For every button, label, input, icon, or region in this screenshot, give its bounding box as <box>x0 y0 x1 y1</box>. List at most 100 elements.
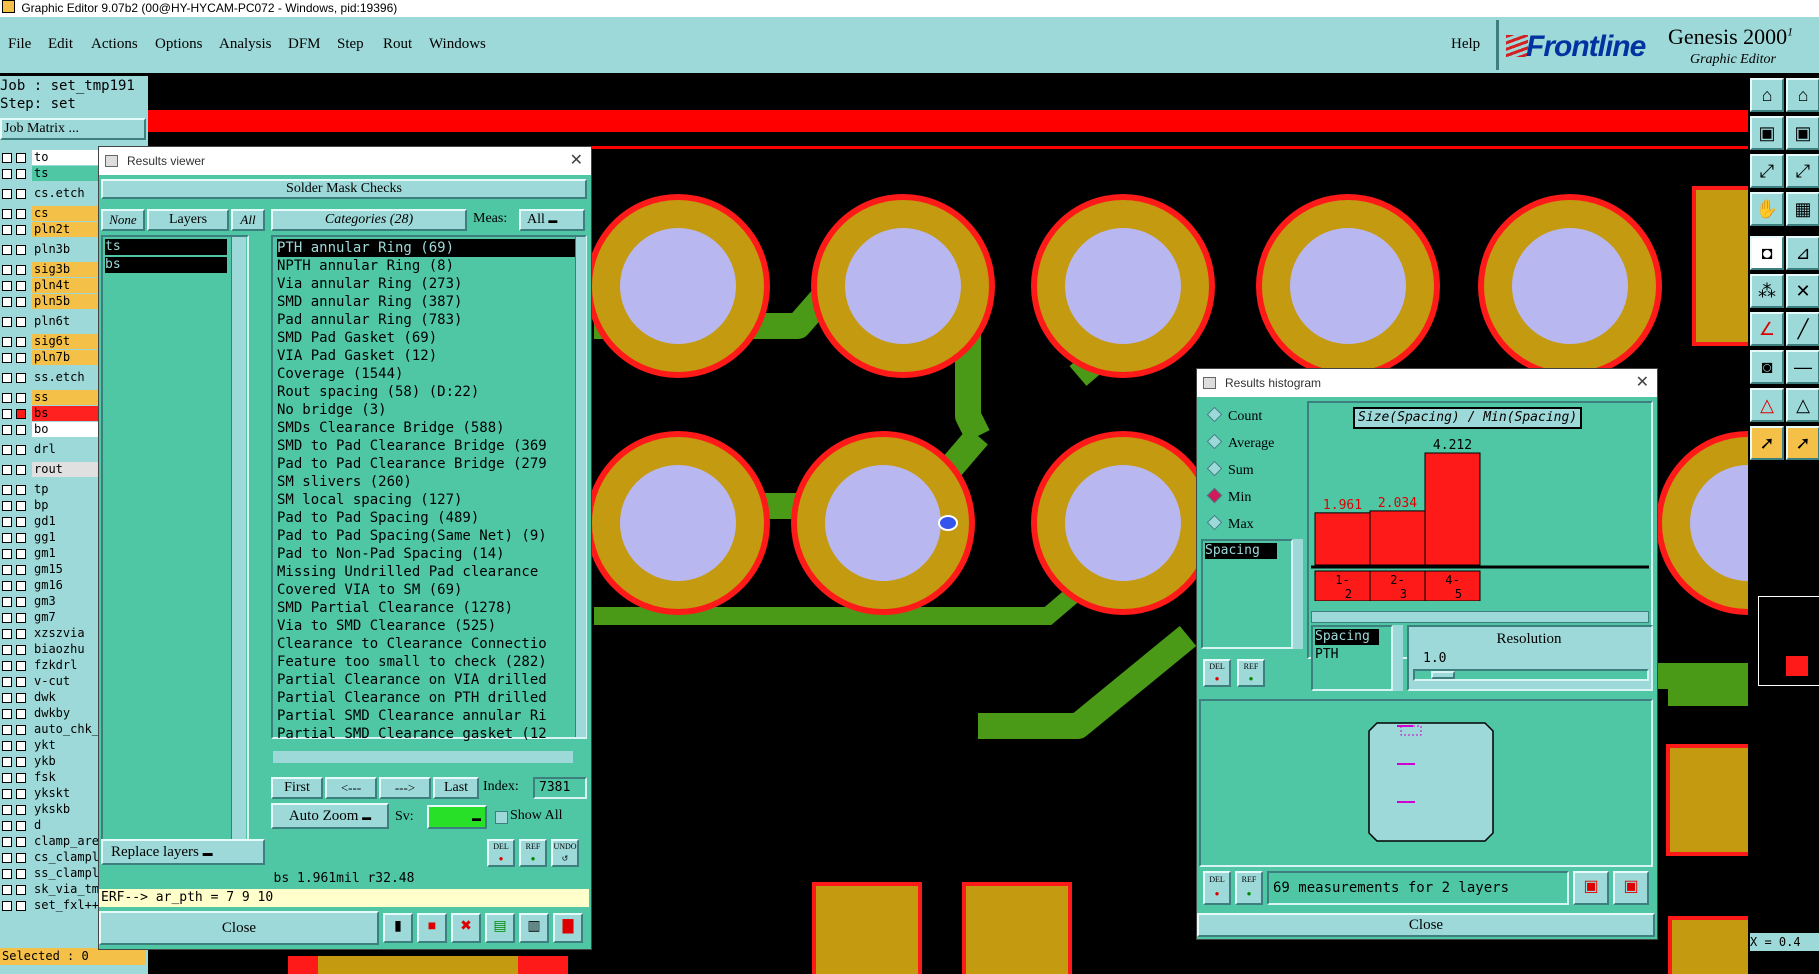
layer-checkbox[interactable] <box>2 677 12 687</box>
layer-name[interactable]: clamp_are <box>32 834 98 849</box>
layer-row-set_fxl++[interactable]: set_fxl++ <box>0 898 98 914</box>
layer-name[interactable]: v-cut <box>32 674 98 689</box>
layer-name[interactable]: pln3b <box>32 242 98 257</box>
layer-checkbox[interactable] <box>2 869 12 879</box>
layer-checkbox[interactable] <box>2 425 12 435</box>
layer-name[interactable]: biaozhu <box>32 642 98 657</box>
layer-name[interactable]: tp <box>32 482 98 497</box>
layer-name[interactable]: ykskt <box>32 786 98 801</box>
layer-row-sig3b[interactable]: sig3b <box>0 262 98 278</box>
prev-button[interactable]: <--- <box>325 777 377 799</box>
category-item[interactable]: PTH annular Ring (69) <box>277 239 577 257</box>
layer-display-checkbox[interactable] <box>16 645 26 655</box>
layer-display-checkbox[interactable] <box>16 281 26 291</box>
category-item[interactable]: Pad to Non-Pad Spacing (14) <box>277 545 577 563</box>
layer-name[interactable]: gd1 <box>32 514 98 529</box>
layer-display-checkbox[interactable] <box>16 189 26 199</box>
layer-row-gm1[interactable]: gm1 <box>0 546 98 562</box>
menu-options[interactable]: Options <box>155 36 203 53</box>
sub-list-scrollbar[interactable] <box>1393 625 1403 691</box>
next-button[interactable]: ---> <box>379 777 431 799</box>
layer-row-ykb[interactable]: ykb <box>0 754 98 770</box>
toolbar-home-icon[interactable]: ⌂ <box>1750 78 1784 112</box>
list-item[interactable]: Spacing <box>1205 543 1277 559</box>
close-icon[interactable]: ✕ <box>570 147 583 175</box>
layer-display-checkbox[interactable] <box>16 465 26 475</box>
layer-checkbox[interactable] <box>2 373 12 383</box>
layer-display-checkbox[interactable] <box>16 517 26 527</box>
category-item[interactable]: Pad to Pad Clearance Bridge (279 <box>277 455 577 473</box>
category-item[interactable]: No bridge (3) <box>277 401 577 419</box>
layer-checkbox[interactable] <box>2 393 12 403</box>
layer-checkbox[interactable] <box>2 153 12 163</box>
layer-display-checkbox[interactable] <box>16 297 26 307</box>
layer-row-pln6t[interactable]: pln6t <box>0 314 98 330</box>
toolbar-zoom-fit2-icon[interactable]: ⤢ <box>1786 154 1819 188</box>
record-icon[interactable]: ■ <box>417 913 447 943</box>
layer-checkbox[interactable] <box>2 225 12 235</box>
preview-del-button[interactable]: DEL ● <box>1203 871 1231 905</box>
chart-icon[interactable]: ▮ <box>383 913 413 943</box>
layer-name[interactable]: drl <box>32 442 98 457</box>
layer-display-checkbox[interactable] <box>16 549 26 559</box>
layer-display-checkbox[interactable] <box>16 789 26 799</box>
layer-checkbox[interactable] <box>2 485 12 495</box>
layer-name[interactable]: sig3b <box>32 262 98 277</box>
layer-name[interactable]: ss <box>32 390 98 405</box>
layer-display-checkbox[interactable] <box>16 353 26 363</box>
toolbar-line-icon[interactable]: ╱ <box>1786 312 1819 346</box>
layer-checkbox[interactable] <box>2 169 12 179</box>
layer-name[interactable]: gm3 <box>32 594 98 609</box>
layer-name[interactable]: gg1 <box>32 530 98 545</box>
layer-name[interactable]: bs <box>32 406 98 421</box>
index-field[interactable]: 7381 <box>533 777 587 799</box>
layer-display-checkbox[interactable] <box>16 209 26 219</box>
layer-checkbox[interactable] <box>2 353 12 363</box>
layer-display-checkbox[interactable] <box>16 445 26 455</box>
layer-name[interactable]: pln5b <box>32 294 98 309</box>
layer-checkbox[interactable] <box>2 597 12 607</box>
category-item[interactable]: Partial Clearance on VIA drilled <box>277 671 577 689</box>
layer-name[interactable]: ykskb <box>32 802 98 817</box>
layer-display-checkbox[interactable] <box>16 393 26 403</box>
layer-row-drl[interactable]: drl <box>0 442 98 458</box>
all-button[interactable]: All <box>231 209 265 231</box>
layer-display-checkbox[interactable] <box>16 725 26 735</box>
layer-checkbox[interactable] <box>2 821 12 831</box>
layer-row-rout[interactable]: rout <box>0 462 98 478</box>
layer-row-pln2t[interactable]: pln2t <box>0 222 98 238</box>
histogram-del-button[interactable]: DEL ● <box>1203 659 1231 687</box>
layer-checkbox[interactable] <box>2 629 12 639</box>
layer-checkbox[interactable] <box>2 885 12 895</box>
layer-display-checkbox[interactable] <box>16 581 26 591</box>
layer-row-gd1[interactable]: gd1 <box>0 514 98 530</box>
layer-display-checkbox[interactable] <box>16 869 26 879</box>
layer-checkbox[interactable] <box>2 853 12 863</box>
menu-dfm[interactable]: DFM <box>288 36 321 53</box>
layer-checkbox[interactable] <box>2 265 12 275</box>
layer-name[interactable]: ss.etch <box>32 370 98 385</box>
layer-display-checkbox[interactable] <box>16 741 26 751</box>
category-item[interactable]: SMD to Pad Clearance Bridge (369 <box>277 437 577 455</box>
layer-row-auto_chk_[interactable]: auto_chk_ <box>0 722 98 738</box>
export-icon[interactable]: ▤ <box>485 913 515 943</box>
histogram-icon[interactable]: ▇ <box>553 913 583 943</box>
layer-name[interactable]: ss_clampl <box>32 866 98 881</box>
undo-button[interactable]: UNDO ↺ <box>551 839 579 867</box>
layer-checkbox[interactable] <box>2 837 12 847</box>
resolution-slider-handle[interactable] <box>1431 671 1455 679</box>
layer-row-d[interactable]: d <box>0 818 98 834</box>
histogram-bar[interactable] <box>1369 510 1426 566</box>
layer-display-checkbox[interactable] <box>16 661 26 671</box>
layer-display-checkbox[interactable] <box>16 693 26 703</box>
category-item[interactable]: SMD annular Ring (387) <box>277 293 577 311</box>
menu-help[interactable]: Help <box>1451 36 1480 53</box>
layer-name[interactable]: fsk <box>32 770 98 785</box>
layer-name[interactable]: sig6t <box>32 334 98 349</box>
category-item[interactable]: SM slivers (260) <box>277 473 577 491</box>
layer-checkbox[interactable] <box>2 901 12 911</box>
category-item[interactable]: NPTH annular Ring (8) <box>277 257 577 275</box>
layer-checkbox[interactable] <box>2 281 12 291</box>
notes-icon[interactable]: ▥ <box>519 913 549 943</box>
layer-name[interactable]: pln7b <box>32 350 98 365</box>
